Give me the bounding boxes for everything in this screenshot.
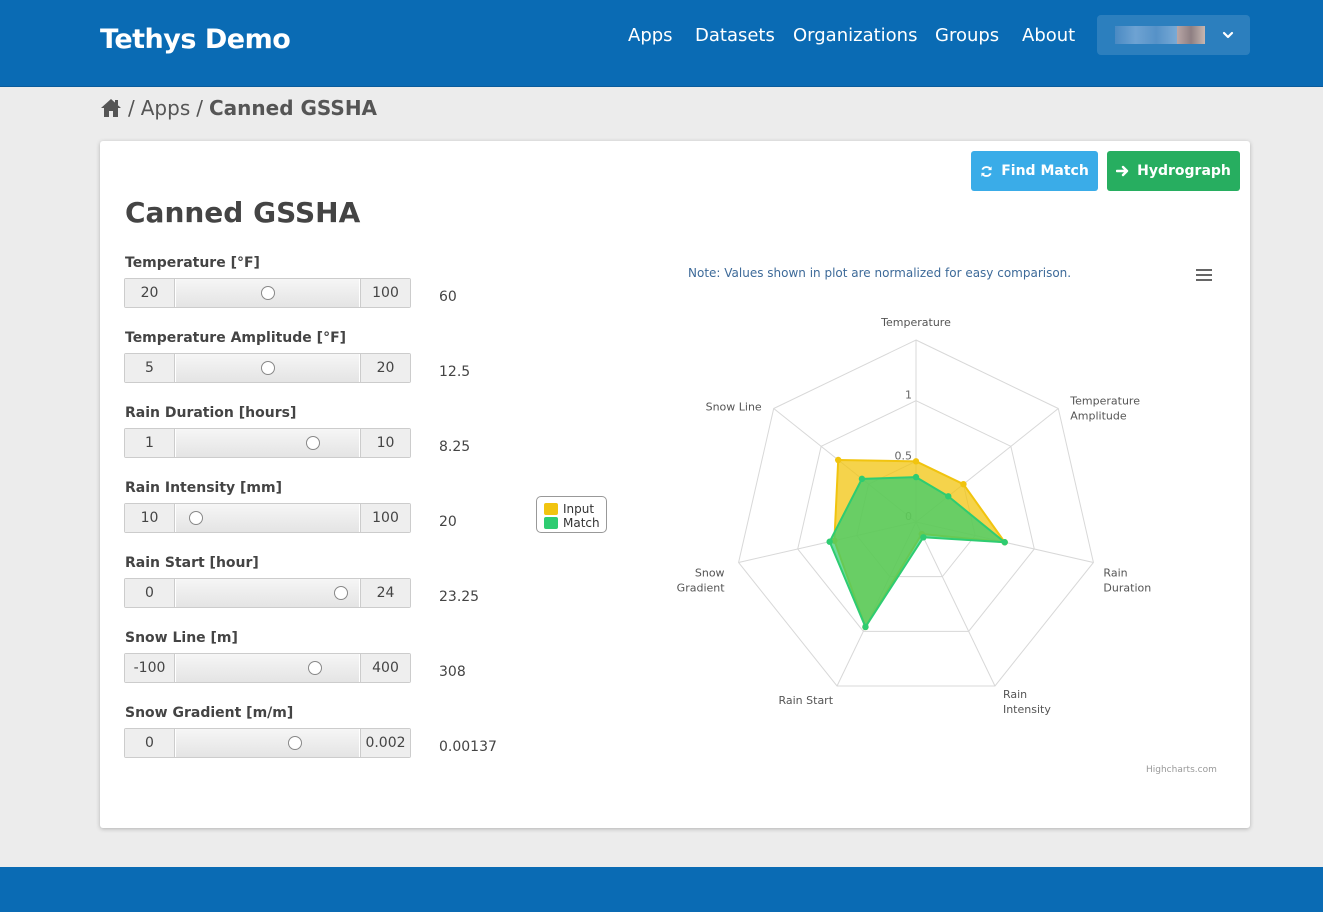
breadcrumb-current: Canned GSSHA (209, 96, 378, 120)
category-label: Rain Intensity (1003, 688, 1051, 716)
data-point-match (826, 538, 833, 545)
radar-chart: 00.51TemperatureTemperatureAmplitudeRain… (677, 316, 1152, 716)
breadcrumb-apps[interactable]: Apps (141, 96, 191, 120)
home-icon[interactable] (100, 98, 122, 118)
brand-title[interactable]: Tethys Demo (100, 24, 291, 55)
legend-label-match: Match (563, 516, 600, 530)
data-point-input (835, 456, 842, 464)
legend-item-input[interactable]: Input (544, 502, 594, 516)
legend-label-input: Input (563, 502, 595, 516)
series-area-match (828, 476, 1006, 628)
app-card: Find Match Hydrograph Canned GSSHA Tempe… (100, 141, 1250, 828)
chevron-down-icon (1222, 31, 1234, 39)
grid-spoke (915, 521, 996, 687)
top-navbar: Tethys Demo Apps Datasets Organizations … (0, 0, 1323, 87)
avatar (1115, 26, 1205, 44)
nav-organizations[interactable]: Organizations (793, 25, 917, 46)
category-label: Snow Line (706, 401, 762, 414)
data-point-input (912, 458, 920, 465)
nav-groups[interactable]: Groups (935, 25, 999, 46)
nav-about[interactable]: About (1022, 25, 1075, 46)
legend-item-match[interactable]: Match (544, 516, 600, 530)
data-point-match (1001, 539, 1008, 546)
breadcrumb-separator: / (196, 96, 203, 120)
footer-bar (0, 867, 1323, 912)
data-point-match (858, 475, 866, 483)
category-label: Snow Gradient (677, 566, 726, 594)
nav-datasets[interactable]: Datasets (695, 25, 775, 46)
data-point-match (945, 493, 952, 500)
legend-swatch-input (544, 503, 558, 515)
data-point-match (920, 534, 927, 541)
category-label: Temperature Amplitude (1069, 395, 1140, 423)
data-point-match (912, 473, 920, 481)
category-label: Rain Start (778, 694, 833, 707)
legend-swatch-match (544, 517, 558, 529)
chart-legend: Input Match (536, 496, 607, 533)
category-label: Temperature (880, 316, 951, 329)
radial-tick-label: 1 (905, 389, 912, 402)
data-point-input (960, 480, 967, 488)
category-label: Rain Duration (1103, 566, 1151, 594)
breadcrumb: / Apps / Canned GSSHA (100, 95, 377, 121)
highcharts-credits[interactable]: Highcharts.com (1146, 765, 1217, 775)
data-point-match (862, 623, 869, 631)
user-menu-button[interactable] (1097, 15, 1250, 55)
breadcrumb-separator: / (128, 96, 135, 120)
nav-apps[interactable]: Apps (628, 25, 673, 46)
